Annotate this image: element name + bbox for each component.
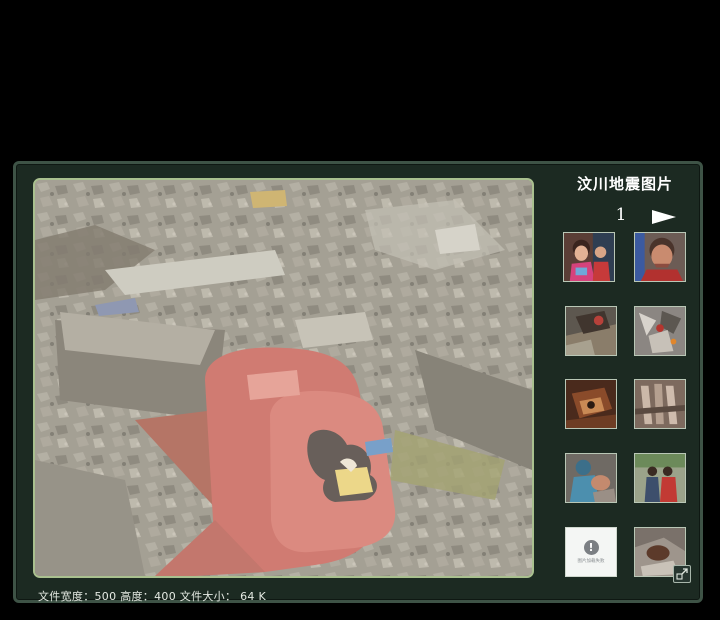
- thumbnail-image: [635, 233, 685, 281]
- thumbnail-1[interactable]: [563, 232, 615, 282]
- corner-expand-icon: [676, 568, 688, 580]
- thumbnail-4[interactable]: [634, 306, 686, 356]
- exclamation-circle-icon: !: [583, 540, 599, 555]
- thumbnail-image: [566, 454, 616, 502]
- play-triangle-right-icon: [652, 210, 676, 224]
- thumbnail-image: [566, 307, 616, 355]
- image-info: 文件宽度：500 高度：400 文件大小： 64 K: [38, 590, 266, 603]
- thumbnail-image: [635, 380, 685, 428]
- expand-button[interactable]: [673, 565, 691, 583]
- next-page-button[interactable]: [649, 208, 679, 226]
- thumbnail-image: [635, 307, 685, 355]
- thumbnail-image: [564, 233, 614, 281]
- thumbnail-6[interactable]: [634, 379, 686, 429]
- album-title: 汶川地震图片: [576, 175, 673, 193]
- gallery-panel: 文件宽度：500 高度：400 文件大小： 64 K 汶川地震图片 1 ! 图片…: [13, 161, 703, 603]
- thumbnail-5[interactable]: [565, 379, 617, 429]
- thumbnail-8[interactable]: [634, 453, 686, 503]
- thumbnail-3[interactable]: [565, 306, 617, 356]
- thumbnail-image: [566, 380, 616, 428]
- broken-image-label: 图片加载失败: [577, 558, 605, 564]
- broken-image-placeholder: ! 图片加载失败: [566, 528, 616, 576]
- main-photo-image: [35, 180, 532, 576]
- page-number: 1: [615, 205, 627, 225]
- thumbnail-2[interactable]: [634, 232, 686, 282]
- main-photo[interactable]: [33, 178, 534, 578]
- thumbnail-9[interactable]: ! 图片加载失败: [565, 527, 617, 577]
- page: 文件宽度：500 高度：400 文件大小： 64 K 汶川地震图片 1 ! 图片…: [0, 0, 720, 620]
- thumbnail-image: [635, 454, 685, 502]
- thumbnail-7[interactable]: [565, 453, 617, 503]
